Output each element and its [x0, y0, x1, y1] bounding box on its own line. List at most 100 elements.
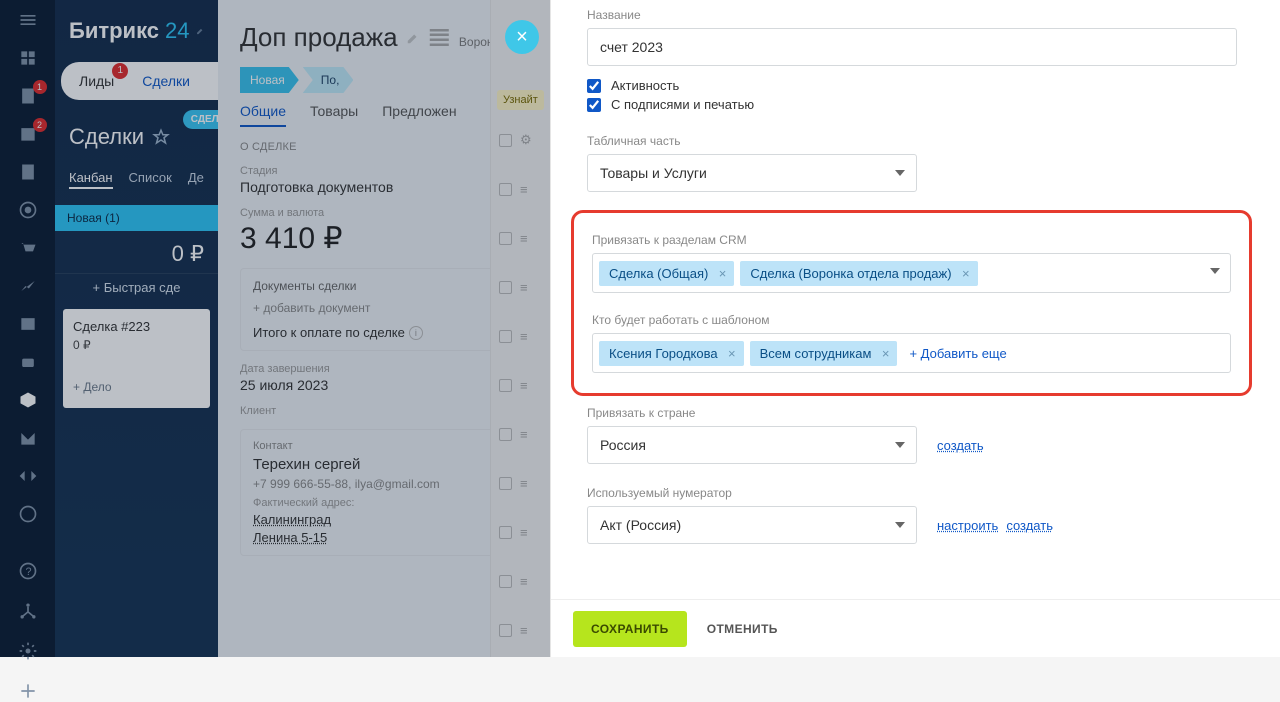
plus-icon[interactable]	[17, 680, 39, 702]
deal-title: Доп продажа	[240, 22, 398, 53]
boxes-icon[interactable]	[17, 48, 39, 68]
list-row[interactable]: ≡	[499, 476, 532, 491]
drag-icon: ≡	[520, 525, 528, 540]
list-row[interactable]: ⚙	[499, 132, 532, 148]
contact-street: Ленина 5-15	[253, 530, 327, 545]
cancel-button[interactable]: ОТМЕНИТЬ	[707, 622, 778, 636]
table-select[interactable]: Товары и Услуги	[587, 154, 917, 192]
sitemap-icon[interactable]	[17, 600, 39, 622]
crm-sections-input[interactable]: Сделка (Общая)× Сделка (Воронка отдела п…	[592, 253, 1231, 293]
view-switch[interactable]: Канбан Список Де	[55, 158, 218, 193]
chart-icon[interactable]	[17, 276, 39, 296]
m-icon[interactable]	[17, 428, 39, 448]
numerator-create-link[interactable]: создать	[1006, 518, 1053, 533]
remove-tag-icon[interactable]: ×	[719, 266, 727, 281]
drag-icon: ≡	[520, 280, 528, 295]
section-title: Сделки	[55, 100, 218, 158]
active-checkbox[interactable]: Активность	[587, 78, 1240, 93]
menu-icon[interactable]	[17, 10, 39, 30]
user-tag: Ксения Городкова×	[599, 341, 744, 366]
add-more-link[interactable]: + Добавить еще	[903, 346, 1006, 361]
tab-leads: Лиды1	[79, 73, 114, 89]
list-row[interactable]: ≡	[499, 329, 532, 344]
country-create-link[interactable]: создать	[937, 438, 984, 453]
code-icon[interactable]	[17, 466, 39, 486]
drag-icon: ≡	[520, 574, 528, 589]
cart-icon[interactable]	[17, 238, 39, 258]
drag-icon: ≡	[520, 182, 528, 197]
tab-general: Общие	[240, 103, 286, 127]
crm-sections-label: Привязать к разделам CRM	[592, 233, 1231, 247]
contact-icon[interactable]	[17, 314, 39, 334]
remove-tag-icon[interactable]: ×	[728, 346, 736, 361]
gear-icon: ⚙	[520, 132, 532, 148]
deal-card-add: + Дело	[73, 380, 200, 394]
contact-phone: +7 999 666-55-88, ilya@gmail.com	[253, 477, 527, 491]
tab-offers: Предложен	[382, 103, 456, 127]
check-circle-icon[interactable]	[17, 504, 39, 524]
add-document-link[interactable]: + добавить документ	[253, 301, 527, 315]
building-icon[interactable]	[17, 162, 39, 182]
user-tag: Всем сотрудникам×	[750, 341, 898, 366]
drag-icon: ≡	[520, 476, 528, 491]
stage-next: По,	[303, 67, 354, 93]
tab-goods: Товары	[310, 103, 358, 127]
table-label: Табличная часть	[587, 134, 1240, 148]
left-rail: 1 2 ?	[0, 0, 55, 657]
list-row[interactable]: ≡	[499, 525, 532, 540]
numerator-select[interactable]: Акт (Россия)	[587, 506, 917, 544]
help-icon[interactable]: ?	[17, 560, 39, 582]
stage-new: Новая	[240, 67, 299, 93]
country-select[interactable]: Россия	[587, 426, 917, 464]
crm-tag: Сделка (Воронка отдела продаж)×	[740, 261, 977, 286]
stage-total: 0 ₽	[55, 231, 218, 273]
users-label: Кто будет работать с шаблоном	[592, 313, 1231, 327]
name-input[interactable]	[587, 28, 1237, 66]
target-icon[interactable]	[17, 200, 39, 220]
robot-icon[interactable]	[17, 352, 39, 372]
list-row[interactable]: ≡	[499, 574, 532, 589]
stamp-checkbox[interactable]: С подписями и печатью	[587, 97, 1240, 112]
drag-icon: ≡	[520, 623, 528, 638]
drag-icon: ≡	[520, 378, 528, 393]
checklist-strip: Узнайт ⚙ ≡ ≡ ≡ ≡ ≡ ≡ ≡ ≡ ≡ ≡	[490, 0, 550, 657]
contact-label: Контакт	[253, 440, 527, 452]
country-label: Привязать к стране	[587, 406, 1240, 420]
kanban-stage-header: Новая (1)	[55, 205, 218, 231]
star-icon[interactable]	[152, 128, 170, 146]
svg-text:?: ?	[25, 566, 31, 578]
drag-icon: ≡	[520, 427, 528, 442]
numerator-setup-link[interactable]: настроить	[937, 518, 998, 533]
box-icon[interactable]	[17, 390, 39, 410]
list-row[interactable]: ≡	[499, 182, 532, 197]
template-modal: Название Активность С подписями и печать…	[550, 0, 1280, 657]
pencil-icon[interactable]	[196, 23, 204, 39]
remove-tag-icon[interactable]: ×	[962, 266, 970, 281]
modal-footer: СОХРАНИТЬ ОТМЕНИТЬ	[551, 599, 1280, 657]
deal-card[interactable]: Сделка #223 0 ₽ + Дело	[63, 309, 210, 408]
chevron-down-icon[interactable]	[1210, 268, 1220, 274]
close-icon[interactable]: ×	[505, 20, 539, 54]
deal-card-amount: 0 ₽	[73, 338, 200, 352]
learn-banner[interactable]: Узнайт	[497, 90, 544, 110]
contact-fact-label: Фактический адрес:	[253, 497, 527, 509]
info-icon[interactable]: i	[409, 326, 423, 340]
brand: Битрикс24	[55, 0, 218, 54]
crm-tabs[interactable]: Лиды1 Сделки	[61, 62, 218, 100]
notes-icon[interactable]: 1	[17, 86, 39, 106]
view-list: Список	[129, 170, 172, 189]
remove-tag-icon[interactable]: ×	[882, 346, 890, 361]
users-input[interactable]: Ксения Городкова× Всем сотрудникам× + До…	[592, 333, 1231, 373]
list-row[interactable]: ≡	[499, 427, 532, 442]
quick-deal-button[interactable]: + Быстрая сде	[55, 273, 218, 301]
save-button[interactable]: СОХРАНИТЬ	[573, 611, 687, 647]
calendar-icon[interactable]: 2	[17, 124, 39, 144]
list-row[interactable]: ≡	[499, 231, 532, 246]
list-row[interactable]: ≡	[499, 378, 532, 393]
list-row[interactable]: ≡	[499, 623, 532, 638]
pencil-icon[interactable]	[406, 31, 420, 45]
drag-icon: ≡	[520, 231, 528, 246]
gear-icon[interactable]	[17, 640, 39, 662]
list-row[interactable]: ≡	[499, 280, 532, 295]
contact-city: Калининград	[253, 512, 331, 527]
